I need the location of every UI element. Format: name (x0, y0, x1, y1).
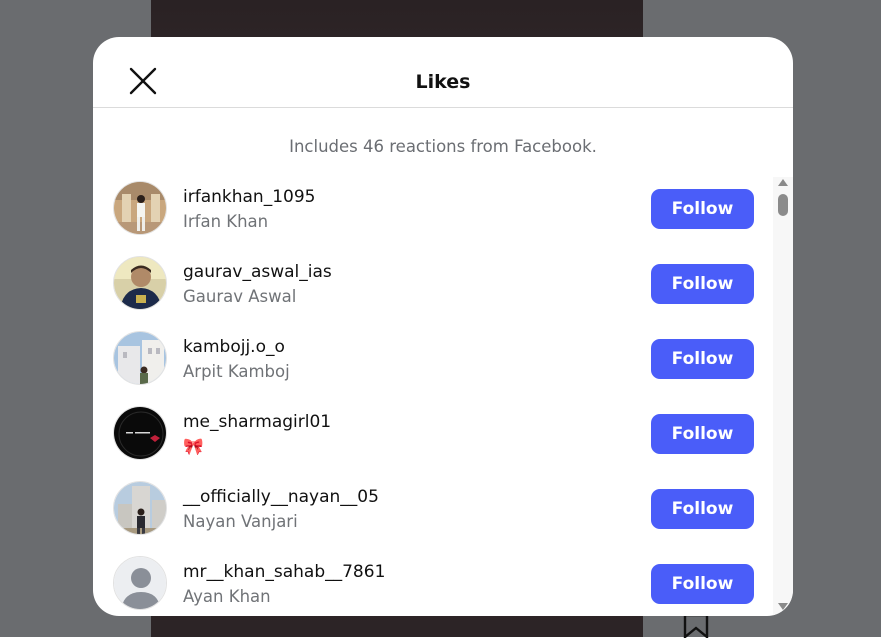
avatar[interactable] (113, 256, 167, 310)
likes-modal: Likes Includes 46 reactions from Faceboo… (93, 37, 793, 616)
likes-list: irfankhan_1095 Irfan Khan Follow gaurav_… (93, 179, 773, 616)
full-name: 🎀 (183, 437, 204, 456)
full-name: Ayan Khan (183, 587, 271, 606)
follow-button[interactable]: Follow (651, 189, 754, 229)
avatar[interactable] (113, 556, 167, 610)
avatar[interactable] (113, 481, 167, 535)
modal-header: Likes (93, 37, 793, 108)
scroll-down-arrow-icon[interactable] (778, 603, 788, 610)
follow-button[interactable]: Follow (651, 564, 754, 604)
reactions-info: Includes 46 reactions from Facebook. (289, 137, 597, 156)
list-item: irfankhan_1095 Irfan Khan Follow (93, 179, 773, 254)
username[interactable]: gaurav_aswal_ias (183, 261, 332, 283)
avatar[interactable] (113, 331, 167, 385)
full-name: Arpit Kamboj (183, 362, 290, 381)
username[interactable]: __officially__nayan__05 (183, 486, 379, 508)
follow-button[interactable]: Follow (651, 489, 754, 529)
list-item: gaurav_aswal_ias Gaurav Aswal Follow (93, 254, 773, 329)
avatar[interactable] (113, 406, 167, 460)
follow-button[interactable]: Follow (651, 414, 754, 454)
follow-button[interactable]: Follow (651, 339, 754, 379)
scroll-up-arrow-icon[interactable] (778, 179, 788, 186)
username[interactable]: mr__khan_sahab__7861 (183, 561, 385, 583)
scrollbar-thumb[interactable] (778, 194, 788, 216)
list-item: __officially__nayan__05 Nayan Vanjari Fo… (93, 479, 773, 554)
full-name: Nayan Vanjari (183, 512, 298, 531)
bookmark-icon[interactable] (683, 614, 709, 638)
username[interactable]: me_sharmagirl01 (183, 411, 331, 433)
full-name: Irfan Khan (183, 212, 269, 231)
avatar[interactable] (113, 181, 167, 235)
full-name: Gaurav Aswal (183, 287, 297, 306)
list-item: kambojj.o_o Arpit Kamboj Follow (93, 329, 773, 404)
scrollbar[interactable] (773, 177, 793, 616)
follow-button[interactable]: Follow (651, 264, 754, 304)
modal-title: Likes (415, 71, 471, 93)
list-item: me_sharmagirl01 🎀 Follow (93, 404, 773, 479)
list-item: mr__khan_sahab__7861 Ayan Khan Follow (93, 554, 773, 616)
username[interactable]: irfankhan_1095 (183, 186, 315, 208)
username[interactable]: kambojj.o_o (183, 336, 285, 358)
